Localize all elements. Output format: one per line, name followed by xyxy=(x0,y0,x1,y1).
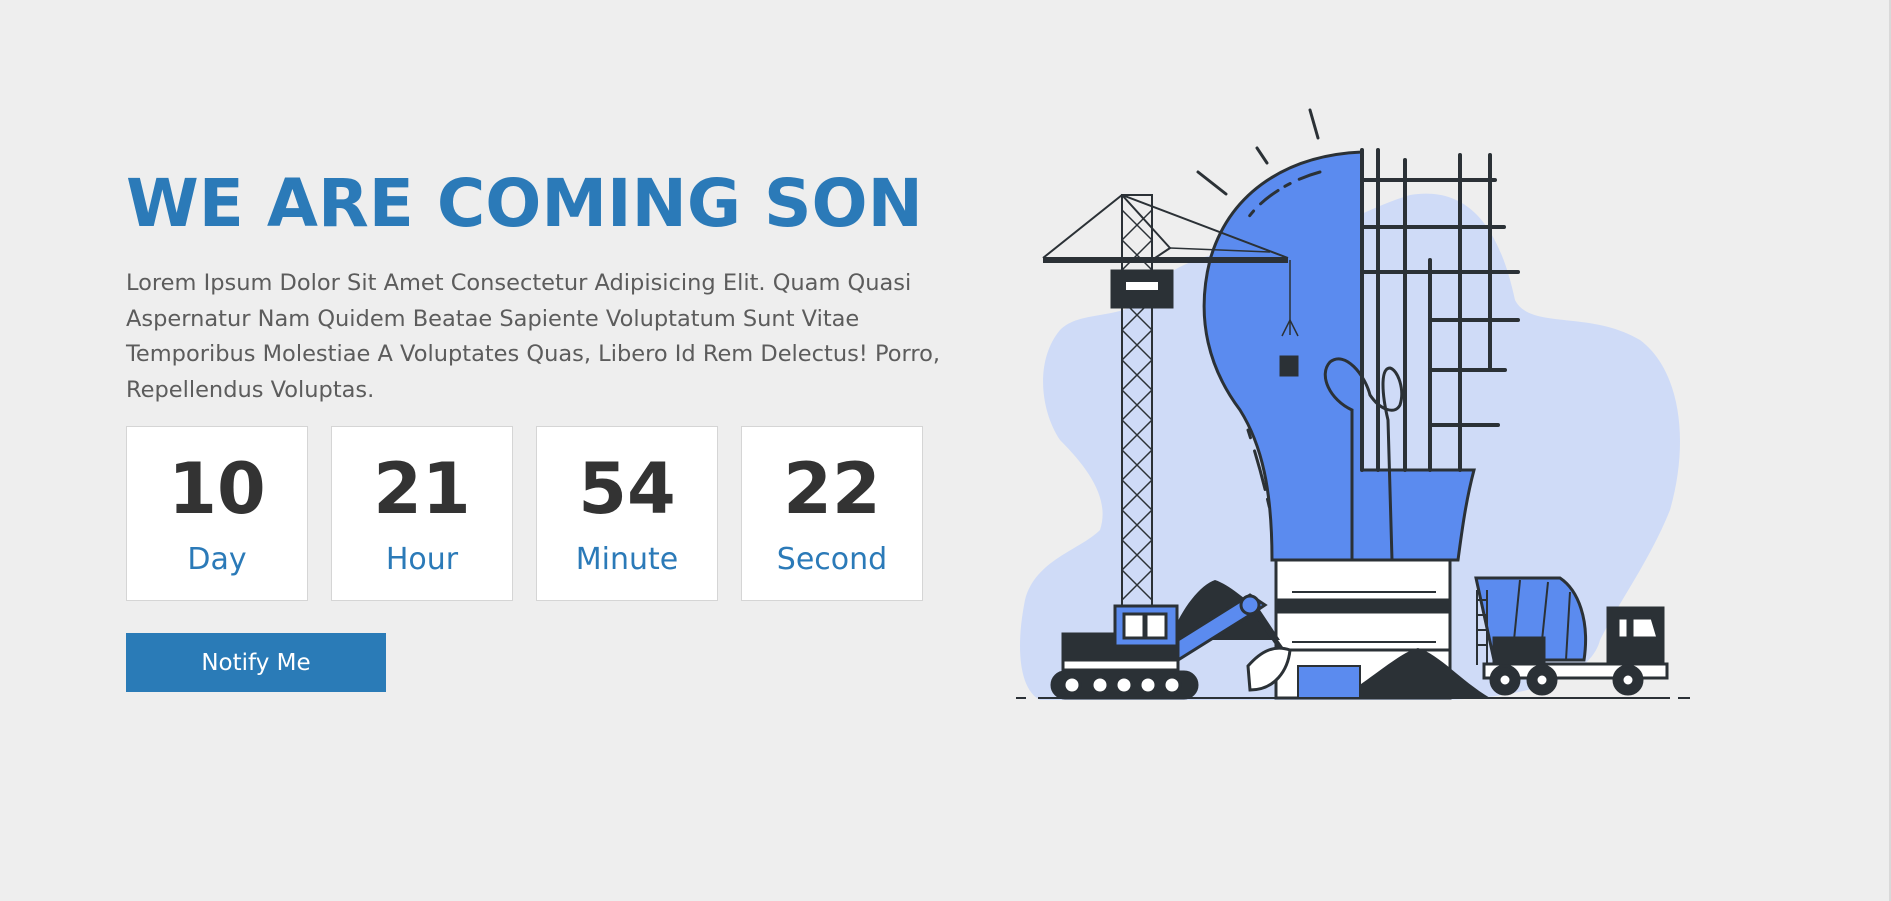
cement-truck xyxy=(1474,576,1669,696)
hero-section: WE ARE COMING SON Lorem Ipsum Dolor Sit … xyxy=(126,160,946,408)
countdown-timer: 10 Day 21 Hour 54 Minute 22 Second xyxy=(126,426,923,601)
countdown-minutes: 54 Minute xyxy=(536,426,718,601)
hero-description: Lorem Ipsum Dolor Sit Amet Consectetur A… xyxy=(126,270,941,403)
countdown-seconds: 22 Second xyxy=(741,426,923,601)
crate xyxy=(1297,665,1361,699)
countdown-days: 10 Day xyxy=(126,426,308,601)
countdown-value: 10 xyxy=(168,448,266,530)
countdown-label: Minute xyxy=(575,542,679,577)
countdown-label: Day xyxy=(187,542,247,577)
countdown-label: Second xyxy=(776,542,888,577)
countdown-value: 54 xyxy=(578,448,676,530)
countdown-value: 22 xyxy=(783,448,881,530)
construction-lightbulb-illustration xyxy=(1016,108,1690,700)
countdown-value: 21 xyxy=(373,448,471,530)
page-title: WE ARE COMING SON xyxy=(126,165,923,242)
notify-me-button[interactable]: Notify Me xyxy=(126,633,386,692)
countdown-label: Hour xyxy=(385,542,459,577)
countdown-hours: 21 Hour xyxy=(331,426,513,601)
